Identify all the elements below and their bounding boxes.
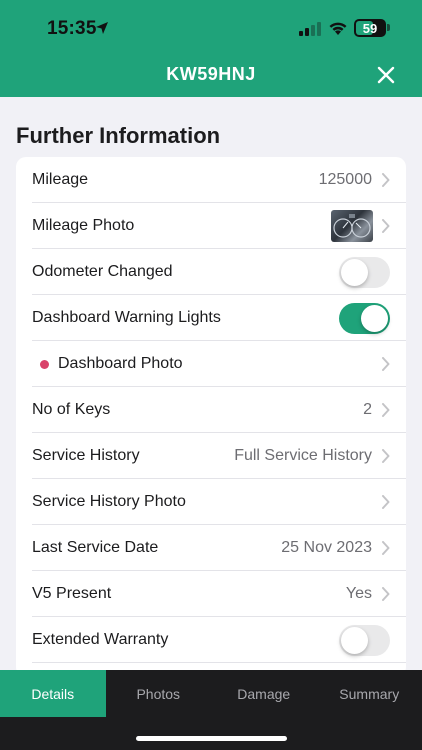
status-time: 15:35: [47, 18, 97, 39]
toggle-knob: [361, 304, 388, 332]
row-no-of-keys[interactable]: No of Keys 2: [16, 387, 406, 433]
row-last-service-date[interactable]: Last Service Date 25 Nov 2023: [16, 525, 406, 571]
section-title: Further Information: [16, 123, 221, 148]
status-bar: 15:35 59: [0, 0, 422, 55]
tab-damage[interactable]: Damage: [211, 670, 317, 717]
page-title: KW59HNJ: [166, 64, 256, 84]
row-value: 25 Nov 2023: [281, 539, 372, 556]
app-header: 15:35 59 KW59HNJ: [0, 0, 422, 97]
chevron-right-icon: [382, 357, 390, 371]
row-dashboard-warning-lights: Dashboard Warning Lights: [16, 295, 406, 341]
dashboard-photo-image: [333, 214, 371, 238]
row-label: Mileage: [32, 171, 89, 188]
row-value: Full Service History: [234, 447, 372, 464]
row-label: Service History: [32, 447, 140, 464]
row-value: 2: [363, 401, 372, 418]
tab-summary[interactable]: Summary: [317, 670, 422, 717]
row-label: Last Service Date: [32, 539, 159, 556]
row-service-history[interactable]: Service History Full Service History: [16, 433, 406, 479]
cellular-signal-icon: [299, 22, 321, 36]
row-label: Odometer Changed: [32, 263, 173, 280]
tab-details[interactable]: Details: [0, 670, 106, 717]
row-service-history-photo[interactable]: Service History Photo: [16, 479, 406, 525]
wifi-icon: [329, 22, 347, 35]
toggle-knob: [341, 626, 368, 654]
row-dashboard-photo[interactable]: Dashboard Photo: [16, 341, 406, 387]
row-odometer-changed: Odometer Changed: [16, 249, 406, 295]
row-mileage-photo[interactable]: Mileage Photo: [16, 203, 406, 249]
battery-level: 59: [362, 20, 378, 36]
row-mileage[interactable]: Mileage 125000: [16, 157, 406, 203]
battery-indicator: 59: [354, 19, 386, 37]
chevron-right-icon: [382, 541, 390, 555]
row-label: Extended Warranty: [32, 631, 169, 648]
battery-tip: [387, 24, 390, 31]
row-label: Mileage Photo: [32, 217, 135, 234]
row-value: 125000: [318, 171, 372, 188]
details-card: Mileage 125000 Mileage Photo Odometer Ch…: [16, 157, 406, 677]
divider: [32, 662, 406, 663]
chevron-right-icon: [382, 495, 390, 509]
odometer-changed-toggle[interactable]: [339, 256, 390, 288]
chevron-right-icon: [382, 173, 390, 187]
chevron-right-icon: [382, 587, 390, 601]
dashboard-warning-lights-toggle[interactable]: [339, 302, 390, 334]
toggle-knob: [341, 258, 368, 286]
home-indicator[interactable]: [136, 736, 287, 741]
tab-photos[interactable]: Photos: [106, 670, 212, 717]
close-icon[interactable]: [376, 65, 396, 85]
extended-warranty-toggle[interactable]: [339, 624, 390, 656]
row-label: Dashboard Photo: [58, 355, 183, 372]
row-label: Dashboard Warning Lights: [32, 309, 221, 326]
row-label: No of Keys: [32, 401, 111, 418]
row-value: Yes: [345, 585, 372, 602]
required-indicator-dot: [40, 359, 49, 369]
row-v5-present[interactable]: V5 Present Yes: [16, 571, 406, 617]
row-label: V5 Present: [32, 585, 112, 602]
chevron-right-icon: [382, 449, 390, 463]
chevron-right-icon: [382, 219, 390, 233]
chevron-right-icon: [382, 403, 390, 417]
row-extended-warranty: Extended Warranty: [16, 617, 406, 663]
location-arrow-icon: [96, 22, 108, 34]
row-label: Service History Photo: [32, 493, 186, 510]
mileage-photo-thumbnail[interactable]: [331, 210, 373, 242]
